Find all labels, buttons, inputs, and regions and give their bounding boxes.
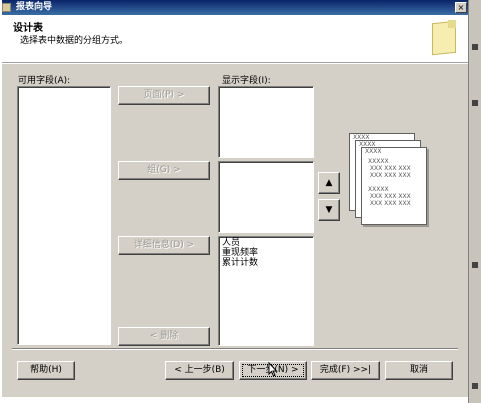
list-item[interactable]: 重现频率 bbox=[219, 248, 313, 258]
window-title: 报表向导 bbox=[16, 2, 53, 12]
displayed-fields-label: 显示字段(I): bbox=[222, 76, 271, 86]
preview-card-label: XXXX bbox=[365, 148, 382, 155]
remove-button[interactable]: < 删除 bbox=[118, 327, 210, 346]
list-item[interactable]: 人员 bbox=[219, 238, 313, 248]
list-item[interactable]: 累计计数 bbox=[219, 258, 313, 268]
back-button[interactable]: < 上一步(B) bbox=[165, 361, 234, 380]
preview-card-front: XXXX XXXXX XXX XXX XXX XXX XXX XXX XXXXX… bbox=[361, 147, 427, 225]
title-bar: 报表向导 bbox=[2, 0, 468, 15]
details-move-button[interactable]: 详细信息(D) > bbox=[118, 236, 210, 255]
edge-marker-icon bbox=[472, 100, 478, 106]
help-button[interactable]: 帮助(H) bbox=[17, 361, 75, 380]
finish-button[interactable]: 完成(F) >>| bbox=[311, 361, 380, 380]
close-button[interactable]: × bbox=[455, 2, 467, 13]
group-move-button[interactable]: 组(G) > bbox=[118, 161, 210, 180]
cancel-button[interactable]: 取消 bbox=[385, 361, 453, 380]
wizard-app-icon bbox=[2, 3, 11, 12]
footer-separator bbox=[12, 348, 458, 350]
edge-marker-icon bbox=[472, 44, 478, 50]
group-fields-list[interactable] bbox=[218, 161, 314, 233]
layout-preview: XXXX XXXX XXXX XXXXX XXX XXX XXX XXX XXX… bbox=[349, 133, 429, 225]
arrow-up-icon: ▲ bbox=[325, 178, 333, 188]
mouse-cursor-icon bbox=[268, 362, 278, 377]
page-title: 设计表 bbox=[13, 23, 43, 34]
page-move-button[interactable]: 页面(P) > bbox=[118, 86, 210, 105]
move-down-button[interactable]: ▼ bbox=[318, 199, 340, 221]
available-fields-list[interactable] bbox=[17, 86, 111, 345]
document-fold-icon bbox=[448, 20, 456, 28]
page-subtitle: 选择表中数据的分组方式。 bbox=[20, 36, 129, 46]
edge-marker-icon bbox=[472, 383, 478, 389]
move-up-button[interactable]: ▲ bbox=[318, 172, 340, 194]
edge-marker-icon bbox=[472, 262, 478, 268]
preview-card-rows: XXXXX XXX XXX XXX XXX XXX XXX XXXXX XXX … bbox=[368, 158, 411, 207]
available-fields-label: 可用字段(A): bbox=[18, 76, 71, 86]
details-fields-list[interactable]: 人员 重现频率 累计计数 bbox=[218, 236, 314, 346]
page-fields-list[interactable] bbox=[218, 86, 314, 158]
arrow-down-icon: ▼ bbox=[325, 205, 333, 215]
background-window-edge bbox=[468, 0, 481, 403]
